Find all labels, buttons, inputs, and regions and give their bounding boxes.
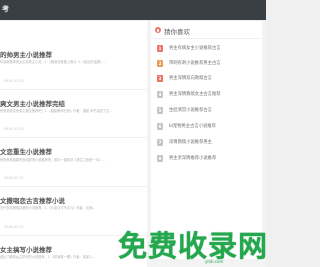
article-title[interactable]: 爽文男主小说推荐完结 <box>0 98 65 108</box>
recommend-link[interactable]: 带刺有刺小说推荐男主古言 <box>169 60 221 67</box>
divider <box>151 38 262 39</box>
rank-badge: 2 <box>157 60 163 67</box>
watermark-domain: yhdi.com <box>205 259 224 264</box>
rank-badge: 7 <box>157 139 163 146</box>
heart-icon <box>155 27 161 33</box>
article-title[interactable]: 文恋重生小说推荐 <box>0 146 52 156</box>
article-title[interactable]: 的帅男主小说推荐 <box>0 49 52 59</box>
recommend-link[interactable]: 男主有病女主小说推荐古言 <box>169 45 221 52</box>
recommend-item[interactable]: 6 bl宠物男主古言小说推荐 <box>151 121 262 133</box>
rank-badge: 5 <box>157 107 163 114</box>
article-excerpt: 年最新推荐的女主帅男主小说，1.《霸道总裁爱上我》》2.《最后的温柔》... <box>0 60 107 64</box>
top-navigation-bar: 考 <box>0 0 266 20</box>
rank-badge: 4 <box>157 91 163 98</box>
article-title[interactable]: 女主搞写小说推荐 <box>0 244 52 254</box>
rank-badge: 3 <box>157 75 163 82</box>
divider <box>0 186 147 187</box>
article-date: 2024-07-02 <box>4 127 24 131</box>
recommend-item[interactable]: 1 男主有病女主小说推荐古言 <box>151 43 262 55</box>
recommend-item[interactable]: 8 男主亲深情推荐小说推荐 <box>151 153 262 165</box>
recommend-item[interactable]: 5 生娃清宫小说推荐古言 <box>151 105 262 117</box>
recommend-item[interactable]: 4 男主深情救赎女主古言推荐 <box>151 89 262 101</box>
recommend-sidebar: 猜你喜欢 1 男主有病女主小说推荐古言 2 带刺有刺小说推荐男主古言 3 男主深… <box>151 21 262 259</box>
recommend-link[interactable]: 男主亲深情推荐小说推荐 <box>169 155 216 162</box>
rank-badge: 6 <box>157 123 163 130</box>
divider <box>0 89 147 90</box>
recommend-link[interactable]: 生娃清宫小说推荐古言 <box>169 107 212 114</box>
article-date: 2024-07-02 <box>4 79 24 83</box>
watermark-logo: 免费收录网 <box>118 229 269 263</box>
recommend-link[interactable]: 男主深情救赎女主古言推荐 <box>169 91 221 98</box>
rank-badge: 8 <box>157 155 163 162</box>
article-date: 2024-07-02 <box>4 225 24 229</box>
recommend-link[interactable]: 深情救赎小说推荐男主 <box>169 139 212 146</box>
site-brand[interactable]: 考 <box>2 4 9 14</box>
recommend-item[interactable]: 2 带刺有刺小说推荐男主古言 <box>151 58 262 70</box>
article-title[interactable]: 文撒唱恋古言推荐小说 <box>0 195 65 205</box>
divider <box>0 137 147 138</box>
article-excerpt: 古代言情撒唱恋爱的小说推荐，1.《久若今夕不平凡》作者：沈静... <box>0 206 96 210</box>
recommend-item[interactable]: 7 深情救赎小说推荐男主 <box>151 137 262 149</box>
recommend-item[interactable]: 3 男主深情双向救赎古言 <box>151 73 262 85</box>
article-excerpt: 快来看看最新的言情甜宠小说推荐吧，其中一部精品《重生之我是一本》... <box>0 158 106 162</box>
sidebar-heading: 猜你喜欢 <box>164 28 190 36</box>
article-date: 2024-07-02 <box>4 176 24 180</box>
recommend-link[interactable]: bl宠物男主古言小说推荐 <box>169 123 216 130</box>
recommend-link[interactable]: 男主深情双向救赎古言 <box>169 75 212 82</box>
rank-badge: 1 <box>157 45 163 52</box>
article-excerpt: 快来看看这份男主爽文推荐吧！1.《超级教师归来》作者：猫腻 本书讲述了主... <box>0 109 113 113</box>
